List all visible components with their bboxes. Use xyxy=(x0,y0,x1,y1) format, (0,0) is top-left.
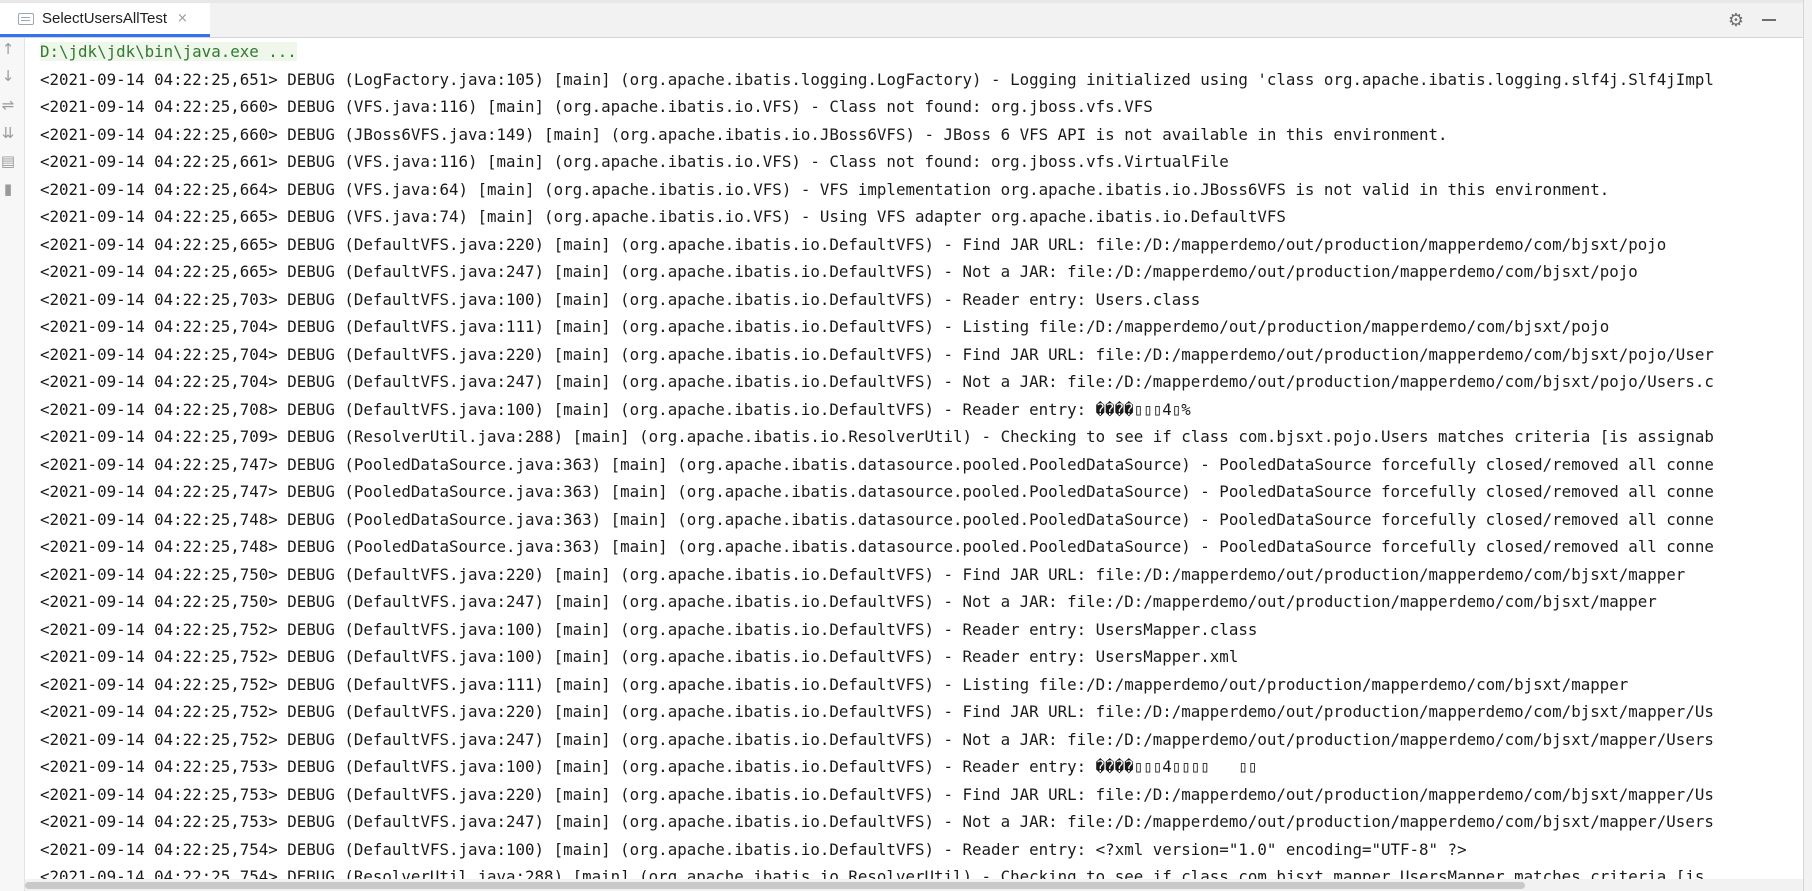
log-line: <2021-09-14 04:22:25,665> DEBUG (Default… xyxy=(40,234,1667,254)
log-line: <2021-09-14 04:22:25,747> DEBUG (PooledD… xyxy=(40,482,1714,501)
down-arrow-icon[interactable]: ↓ xyxy=(0,67,16,85)
log-line: <2021-09-14 04:22:25,748> DEBUG (PooledD… xyxy=(40,537,1714,556)
soft-wrap-icon[interactable]: ⇌ xyxy=(0,96,16,114)
log-line: <2021-09-14 04:22:25,651> DEBUG (LogFact… xyxy=(40,69,1714,89)
log-line: <2021-09-14 04:22:25,748> DEBUG (PooledD… xyxy=(40,509,1714,529)
tab-actions: ⚙ xyxy=(1728,3,1776,37)
up-arrow-icon[interactable]: ↑ xyxy=(0,40,16,58)
console-output[interactable]: D:\jdk\jdk\bin\java.exe ... <2021-09-14 … xyxy=(25,38,1803,891)
log-line: <2021-09-14 04:22:25,750> DEBUG (Default… xyxy=(40,564,1686,584)
run-tool-window: SelectUsersAllTest × ⚙ ↑ ↓ ⇌ ⇊ ▤ ▮ D:\jd… xyxy=(0,0,1812,891)
log-line: <2021-09-14 04:22:25,660> DEBUG (JBoss6V… xyxy=(40,124,1448,144)
log-line: <2021-09-14 04:22:25,753> DEBUG (Default… xyxy=(40,784,1714,804)
tab-label: SelectUsersAllTest xyxy=(42,10,168,27)
log-line: <2021-09-14 04:22:25,750> DEBUG (Default… xyxy=(40,592,1657,611)
log-line: <2021-09-14 04:22:25,752> DEBUG (Default… xyxy=(40,674,1629,694)
right-edge-panel xyxy=(1803,0,1812,891)
log-line: <2021-09-14 04:22:25,703> DEBUG (Default… xyxy=(40,289,1201,309)
log-line: <2021-09-14 04:22:25,660> DEBUG (VFS.jav… xyxy=(40,97,1153,116)
tab-select-users-all-test[interactable]: SelectUsersAllTest × xyxy=(0,3,210,37)
print-icon[interactable]: ▤ xyxy=(0,152,16,170)
log-line: <2021-09-14 04:22:25,752> DEBUG (Default… xyxy=(40,702,1714,721)
gear-icon[interactable]: ⚙ xyxy=(1728,10,1744,31)
console-toolbar: ↑ ↓ ⇌ ⇊ ▤ ▮ xyxy=(0,38,25,891)
log-line: <2021-09-14 04:22:25,709> DEBUG (Resolve… xyxy=(40,427,1714,446)
log-line: <2021-09-14 04:22:25,704> DEBUG (Default… xyxy=(40,372,1714,391)
log-line: <2021-09-14 04:22:25,704> DEBUG (Default… xyxy=(40,317,1610,336)
trash-icon[interactable]: ▮ xyxy=(0,180,16,198)
log-line: <2021-09-14 04:22:25,661> DEBUG (VFS.jav… xyxy=(40,152,1229,171)
log-line: <2021-09-14 04:22:25,752> DEBUG (Default… xyxy=(40,647,1239,666)
tab-bar: SelectUsersAllTest × ⚙ xyxy=(0,3,1812,38)
log-line: <2021-09-14 04:22:25,665> DEBUG (Default… xyxy=(40,262,1638,281)
log-line: <2021-09-14 04:22:25,664> DEBUG (VFS.jav… xyxy=(40,179,1610,199)
log-line: <2021-09-14 04:22:25,747> DEBUG (PooledD… xyxy=(40,454,1714,474)
log-line: <2021-09-14 04:22:25,708> DEBUG (Default… xyxy=(40,399,1191,419)
scrollbar-thumb[interactable] xyxy=(25,882,1525,889)
command-text: D:\jdk\jdk\bin\java.exe ... xyxy=(40,42,297,61)
log-line: <2021-09-14 04:22:25,754> DEBUG (Default… xyxy=(40,839,1467,859)
log-line: <2021-09-14 04:22:25,665> DEBUG (VFS.jav… xyxy=(40,207,1286,226)
log-line: <2021-09-14 04:22:25,753> DEBUG (Default… xyxy=(40,757,1258,776)
log-line: <2021-09-14 04:22:25,752> DEBUG (Default… xyxy=(40,729,1714,749)
horizontal-scrollbar[interactable] xyxy=(25,879,1803,891)
console-icon xyxy=(18,12,34,25)
scroll-to-end-icon[interactable]: ⇊ xyxy=(0,124,16,142)
command-line: D:\jdk\jdk\bin\java.exe ... xyxy=(25,38,1803,66)
log-line: <2021-09-14 04:22:25,752> DEBUG (Default… xyxy=(40,619,1258,639)
close-icon[interactable]: × xyxy=(177,11,188,26)
log-line: <2021-09-14 04:22:25,753> DEBUG (Default… xyxy=(40,812,1714,831)
log-line: <2021-09-14 04:22:25,704> DEBUG (Default… xyxy=(40,344,1714,364)
minimize-icon[interactable] xyxy=(1762,19,1776,21)
